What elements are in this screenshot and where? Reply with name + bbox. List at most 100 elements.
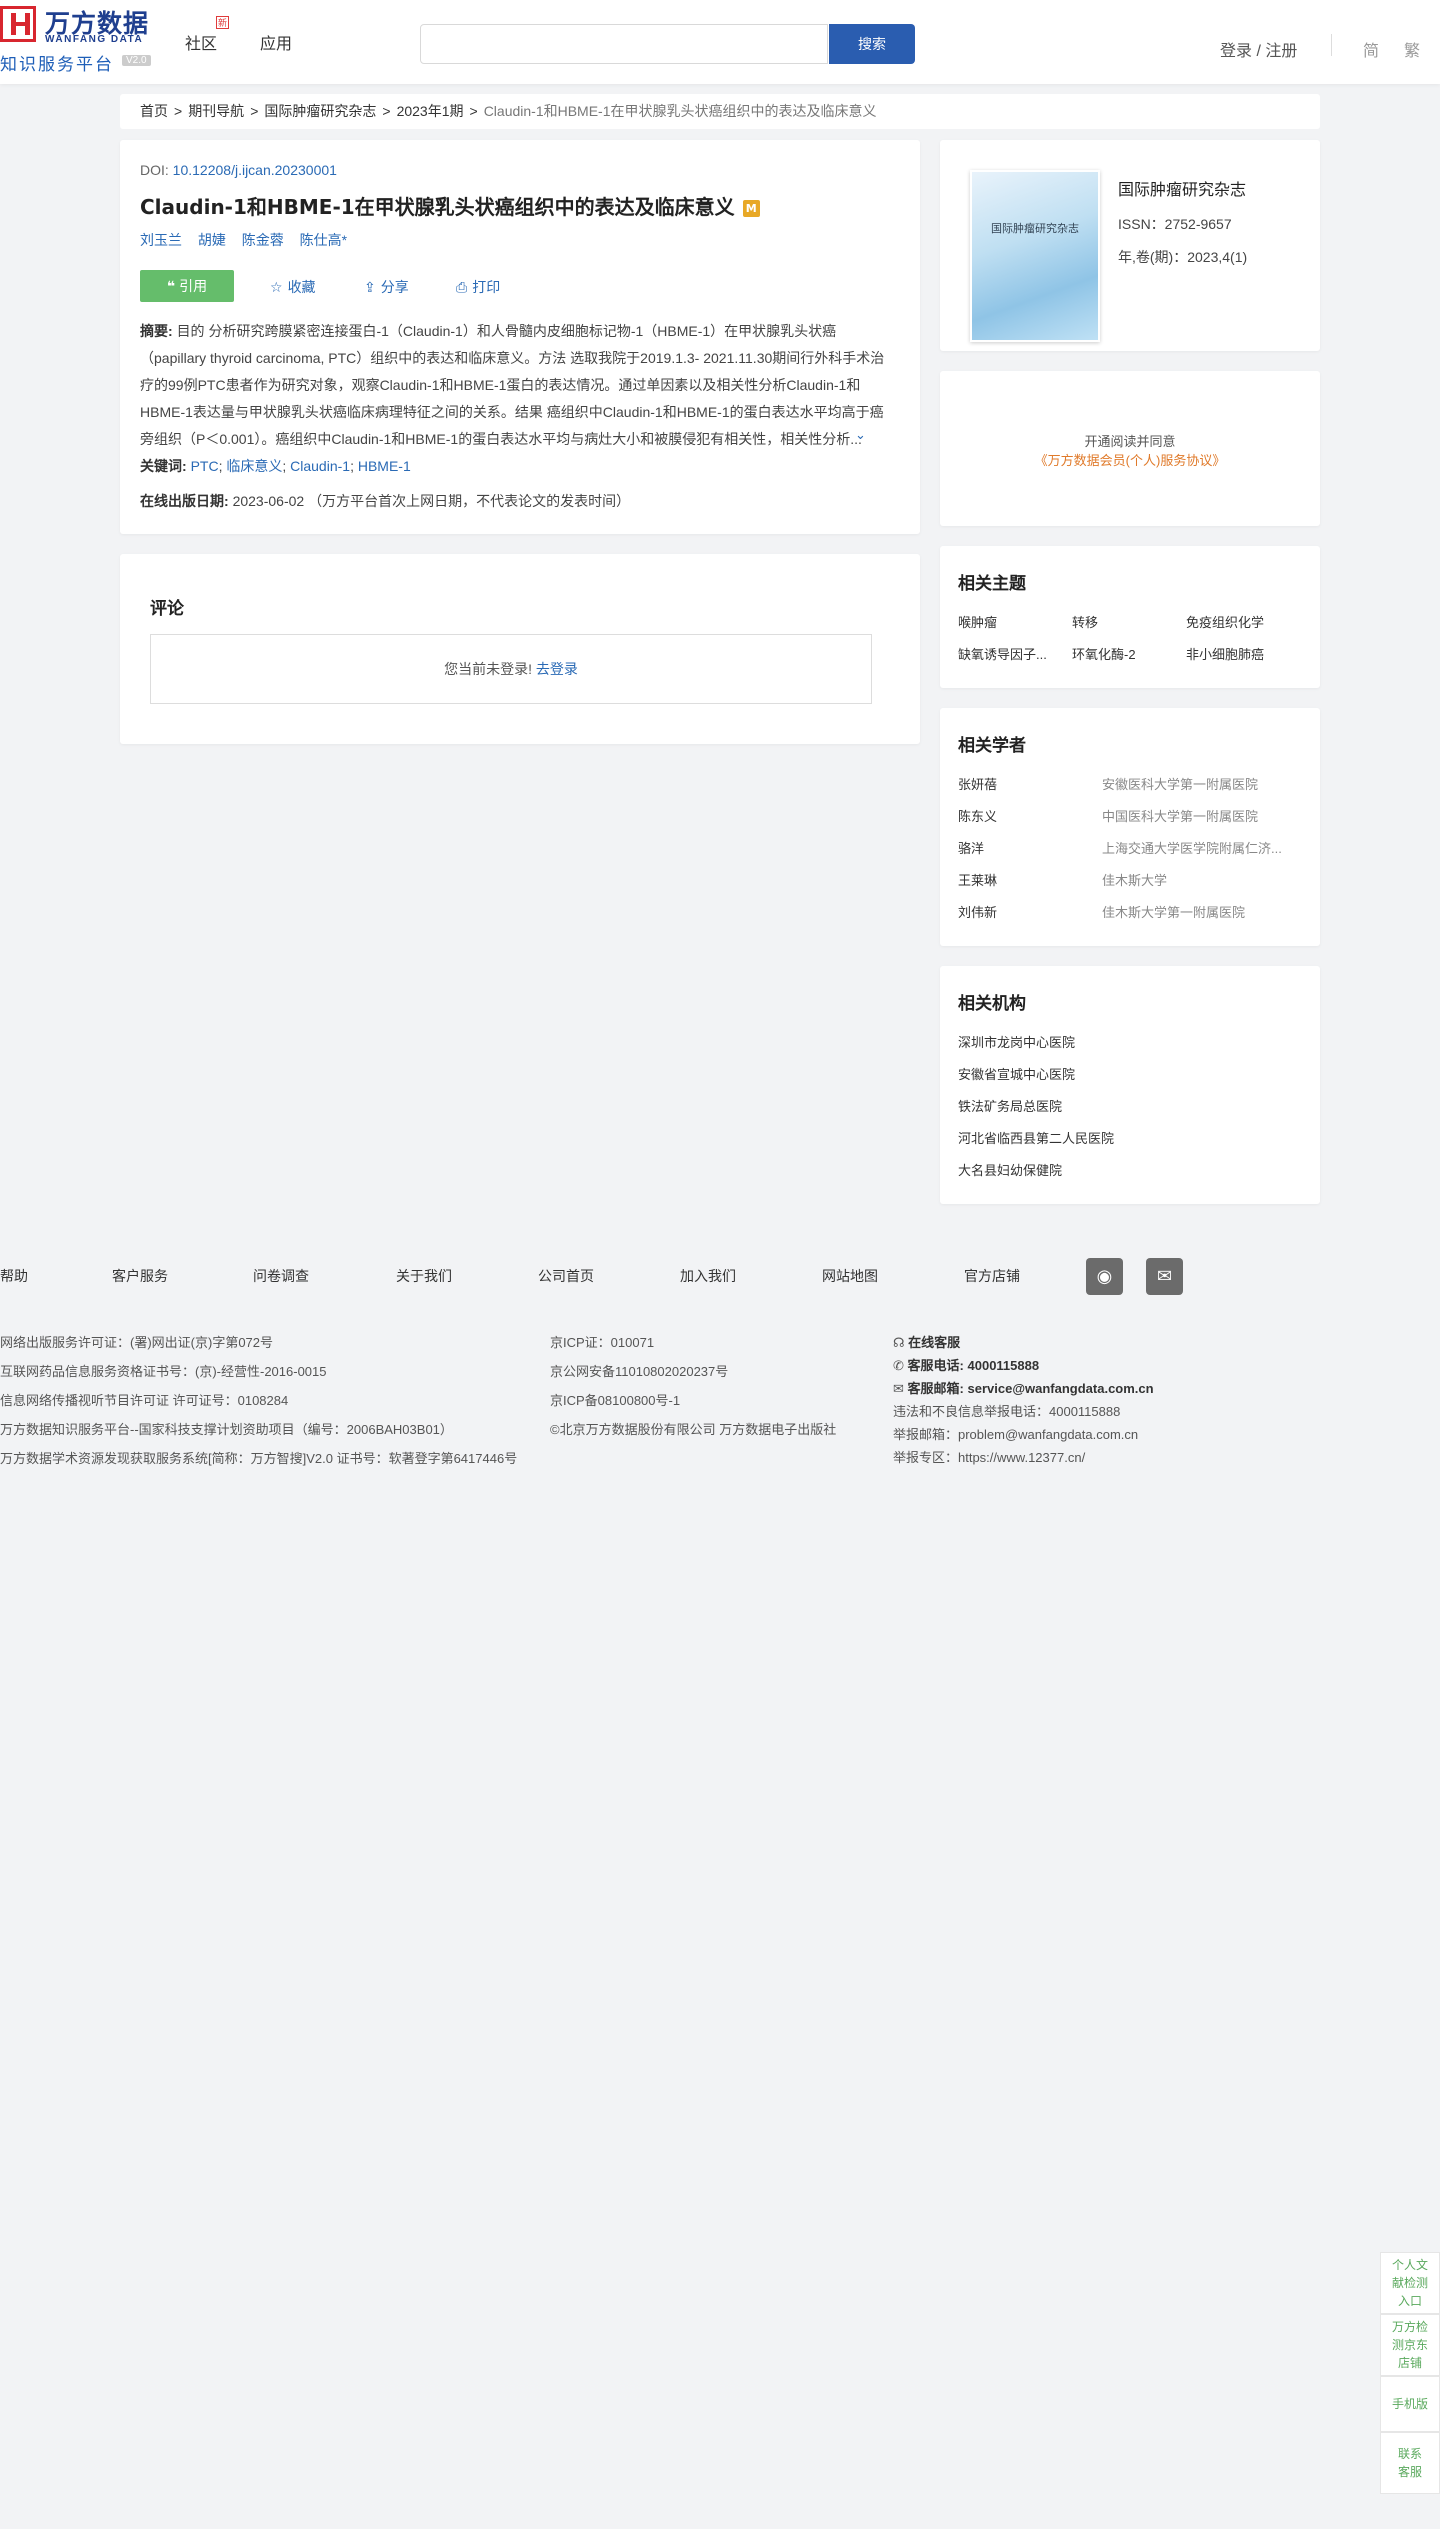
related-topics-card: 相关主题 喉肿瘤 转移 免疫组织化学 缺氧诱导因子... 环氧化酶-2 非小细胞… <box>940 546 1320 688</box>
nav-apps[interactable]: 应用 <box>260 30 292 54</box>
breadcrumb-journal-nav[interactable]: 期刊导航 <box>188 103 244 119</box>
breadcrumb-current: Claudin-1和HBME-1在甲状腺乳头状癌组织中的表达及临床意义 <box>483 103 877 119</box>
keyword-link[interactable]: Claudin-1 <box>290 458 350 474</box>
service-email: ✉ 客服邮箱: service@wanfangdata.com.cn <box>893 1378 1154 1397</box>
lang-traditional[interactable]: 繁 <box>1404 37 1420 61</box>
subscribe-card: 开通阅读并同意 《万方数据会员(个人)服务协议》 <box>940 371 1320 526</box>
breadcrumb-home[interactable]: 首页 <box>140 103 168 119</box>
topic-link[interactable]: 转移 <box>1072 612 1098 631</box>
nav-community[interactable]: 社区 <box>185 30 217 54</box>
side-tab-mobile[interactable]: 手机版 <box>1380 2376 1440 2432</box>
author-link[interactable]: 胡婕 <box>198 232 226 248</box>
keywords: 关键词: PTC; 临床意义; Claudin-1; HBME-1 <box>140 456 411 476</box>
journal-card: 国际肿瘤研究杂志 国际肿瘤研究杂志 ISSN：2752-9657 年,卷(期)：… <box>940 140 1320 351</box>
journal-cover[interactable]: 国际肿瘤研究杂志 <box>970 170 1100 342</box>
doi-link[interactable]: 10.12208/j.ijcan.20230001 <box>173 162 337 178</box>
share-button[interactable]: ⇪ 分享 <box>364 277 409 297</box>
keyword-sep: ; <box>282 458 291 474</box>
keyword-link[interactable]: HBME-1 <box>358 458 411 474</box>
journal-name[interactable]: 国际肿瘤研究杂志 <box>1118 176 1246 200</box>
topic-link[interactable]: 喉肿瘤 <box>958 612 997 631</box>
topic-link[interactable]: 缺氧诱导因子... <box>958 644 1047 663</box>
related-orgs-title: 相关机构 <box>958 994 1026 1013</box>
wechat-icon[interactable]: ✉ <box>1146 1258 1183 1295</box>
scholar-name[interactable]: 骆洋 <box>958 838 984 857</box>
footer-company-home[interactable]: 公司首页 <box>538 1266 594 1286</box>
breadcrumb-sep: > <box>174 103 183 119</box>
side-tab-jd-store[interactable]: 万方检测京东店铺 <box>1380 2314 1440 2376</box>
share-icon: ⇪ <box>364 279 376 295</box>
search-button[interactable]: 搜索 <box>829 24 915 64</box>
author-link[interactable]: 刘玉兰 <box>140 232 182 248</box>
scholar-name[interactable]: 陈东义 <box>958 806 997 825</box>
author-link[interactable]: 陈金蓉 <box>242 232 284 248</box>
topic-link[interactable]: 免疫组织化学 <box>1186 612 1264 631</box>
not-logged-text: 您当前未登录! <box>444 661 532 677</box>
service-phone: ✆ 客服电话: 4000115888 <box>893 1355 1039 1374</box>
email-value[interactable]: service@wanfangdata.com.cn <box>968 1381 1154 1396</box>
lang-simplified[interactable]: 简 <box>1363 37 1379 61</box>
scholar-name[interactable]: 王莱琳 <box>958 870 997 889</box>
org-link[interactable]: 深圳市龙岗中心医院 <box>958 1032 1075 1051</box>
publish-date: 在线出版日期: 2023-06-02 （万方平台首次上网日期，不代表论文的发表时… <box>140 491 630 511</box>
breadcrumb: 首页 > 期刊导航 > 国际肿瘤研究杂志 >2023年1期 > Claudin-1和HBME-… <box>120 94 1320 129</box>
service-agreement-link[interactable]: 《万方数据会员(个人)服务协议》 <box>940 450 1320 469</box>
cite-label: 引用 <box>179 278 208 294</box>
weibo-icon[interactable]: ◉ <box>1086 1258 1123 1295</box>
topic-link[interactable]: 非小细胞肺癌 <box>1186 644 1264 663</box>
expand-chevron-icon[interactable]: ⌄ <box>855 427 866 443</box>
org-link[interactable]: 铁法矿务局总医院 <box>958 1096 1062 1115</box>
comment-card: 评论 您当前未登录! 去登录 <box>120 554 920 744</box>
doi-label: DOI: <box>140 162 169 178</box>
cite-button[interactable]: ❝ 引用 <box>140 270 234 302</box>
keyword-link[interactable]: 临床意义 <box>226 458 282 474</box>
author-link[interactable]: 陈仕高* <box>300 232 347 248</box>
org-link[interactable]: 大名县妇幼保健院 <box>958 1160 1062 1179</box>
breadcrumb-journal[interactable]: 国际肿瘤研究杂志 <box>264 103 376 119</box>
version-badge: V2.0 <box>122 55 151 66</box>
keyword-link[interactable]: PTC <box>191 458 219 474</box>
header-divider <box>1331 34 1332 56</box>
icp-line[interactable]: 京ICP备08100800号-1 <box>550 1390 680 1409</box>
publish-date-label: 在线出版日期: <box>140 493 229 509</box>
scholar-org: 安徽医科大学第一附属医院 <box>1102 777 1259 792</box>
publish-date-note: （万方平台首次上网日期，不代表论文的发表时间） <box>308 493 631 509</box>
footer-about[interactable]: 关于我们 <box>396 1266 452 1286</box>
online-service-link[interactable]: ☊ 在线客服 <box>893 1332 960 1351</box>
footer-survey[interactable]: 问卷调查 <box>253 1266 309 1286</box>
quote-icon: ❝ <box>166 278 176 294</box>
side-tab-contact[interactable]: 联系客服 <box>1380 2432 1440 2494</box>
footer-help[interactable]: 帮助 <box>0 1266 28 1286</box>
icp-line[interactable]: 京公网安备11010802020237号 <box>550 1361 728 1380</box>
icp-line[interactable]: 京ICP证：010071 <box>550 1332 654 1351</box>
print-button[interactable]: ⎙ 打印 <box>456 277 500 297</box>
scholar-name[interactable]: 张妍蓓 <box>958 774 997 793</box>
favorite-button[interactable]: ☆ 收藏 <box>270 277 316 297</box>
mendeley-icon[interactable]: M <box>742 200 760 217</box>
footer-sitemap[interactable]: 网站地图 <box>822 1266 878 1286</box>
footer-customer-service[interactable]: 客户服务 <box>112 1266 168 1286</box>
license-line: 万方数据学术资源发现获取服务系统[简称：万方智搜]V2.0 证书号：软著登字第6… <box>0 1451 518 1466</box>
related-scholars-card: 相关学者 张妍蓓 安徽医科大学第一附属医院 陈东义 中国医科大学第一附属医院 骆… <box>940 708 1320 946</box>
footer-official-store[interactable]: 官方店铺 <box>964 1266 1020 1286</box>
topic-link[interactable]: 环氧化酶-2 <box>1072 644 1136 663</box>
org-link[interactable]: 安徽省宣城中心医院 <box>958 1064 1075 1083</box>
new-badge: 新 <box>216 16 229 29</box>
go-login-link[interactable]: 去登录 <box>536 661 578 677</box>
scholar-org: 中国医科大学第一附属医院 <box>1102 809 1259 824</box>
breadcrumb-issue[interactable]: 2023年1期 <box>397 103 464 119</box>
wanfang-logo-icon[interactable] <box>0 6 36 42</box>
side-tab-plagiarism-check[interactable]: 个人文献检测入口 <box>1380 2252 1440 2314</box>
search-input[interactable] <box>420 24 828 64</box>
subscribe-text: 开通阅读并同意 <box>1084 434 1176 449</box>
org-link[interactable]: 河北省临西县第二人民医院 <box>958 1128 1114 1147</box>
author-list: 刘玉兰 胡婕 陈金蓉 陈仕高* <box>140 230 359 250</box>
top-header: 万方数据 WANFANG DATA 知识服务平台 V2.0 社区 新 应用 搜索… <box>0 0 1440 84</box>
scholar-name[interactable]: 刘伟新 <box>958 902 997 921</box>
journal-issn: ISSN：2752-9657 <box>1118 216 1232 232</box>
report-zone[interactable]: 举报专区：https://www.12377.cn/ <box>893 1447 1085 1466</box>
license-line: 信息网络传播视听节目许可证 许可证号：0108284 <box>0 1393 289 1408</box>
footer-join[interactable]: 加入我们 <box>680 1266 736 1286</box>
login-register-link[interactable]: 登录 / 注册 <box>1220 37 1297 61</box>
online-service-label: 在线客服 <box>908 1335 961 1350</box>
